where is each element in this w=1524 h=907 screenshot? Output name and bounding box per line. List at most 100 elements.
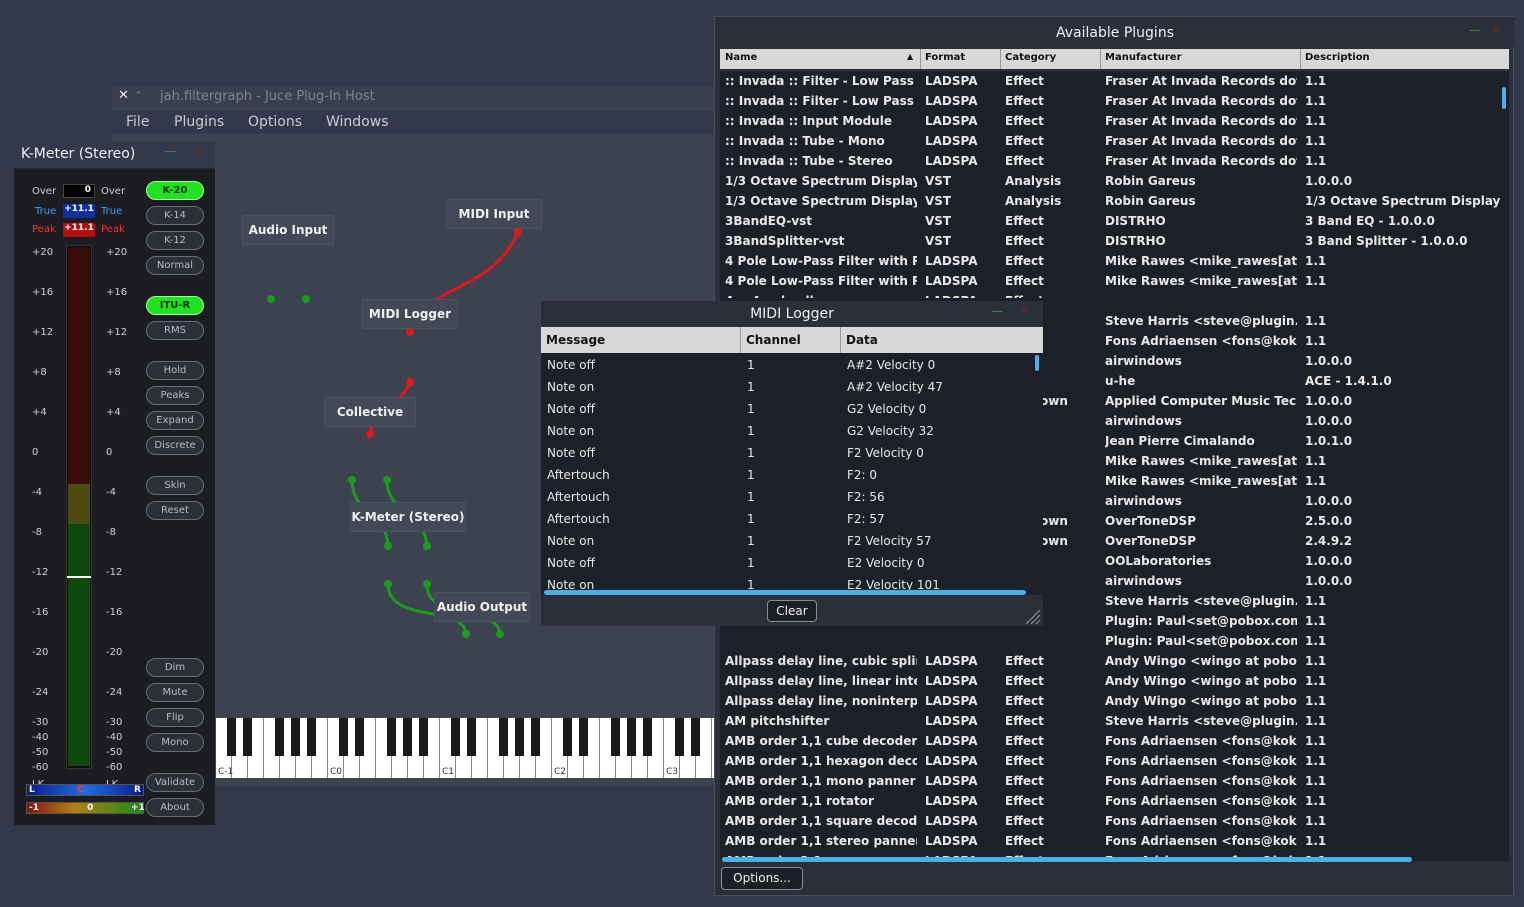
node-midi-input[interactable]: MIDI Input <box>446 199 542 229</box>
col-category[interactable]: Category <box>1005 52 1056 63</box>
kmeter-button-k-20[interactable]: K-20 <box>146 181 204 200</box>
col-data[interactable]: Data <box>846 333 878 347</box>
logger-horizontal-scrollbar[interactable] <box>544 590 1026 595</box>
plugin-row[interactable]: AMB order 1,1 square decoder LADSPA Effect… <box>720 811 1509 831</box>
plugin-row[interactable]: 1/3 Octave Spectrum Display ... VST Analys… <box>720 171 1509 191</box>
midi-message-row[interactable]: Note off 1 A#2 Velocity 0 <box>541 353 1036 375</box>
kmeter-button-itu-r[interactable]: ITU-R <box>146 296 204 315</box>
black-key[interactable] <box>227 718 236 756</box>
node-collective[interactable]: Collective <box>324 397 416 427</box>
col-description[interactable]: Description <box>1305 52 1370 63</box>
menu-windows[interactable]: Windows <box>326 114 389 130</box>
plugin-row[interactable]: 4 Pole Low-Pass Filter with Re... LADSPA E… <box>720 251 1509 271</box>
minimise-icon[interactable]: — <box>991 304 1003 318</box>
black-key[interactable] <box>691 718 700 756</box>
plugin-row[interactable]: :: Invada :: Tube - Stereo LADSPA Effect Fr… <box>720 151 1509 171</box>
black-key[interactable] <box>419 718 428 756</box>
node-midi-logger[interactable]: MIDI Logger <box>362 299 458 329</box>
plugin-row[interactable]: Allpass delay line, linear interp... LADS… <box>720 671 1509 691</box>
col-name[interactable]: Name <box>725 52 757 63</box>
resize-grip-icon[interactable] <box>1025 609 1041 625</box>
black-key[interactable] <box>291 718 300 756</box>
midi-message-row[interactable]: Note on 1 G2 Velocity 32 <box>541 419 1036 441</box>
node-audio-output[interactable]: Audio Output <box>434 592 530 622</box>
black-key[interactable] <box>643 718 652 756</box>
kmeter-button-validate[interactable]: Validate <box>146 773 204 792</box>
plugin-row[interactable]: 4 -- 4 pole allpass LADSPA Effect <box>720 291 1509 298</box>
kmeter-button-k-14[interactable]: K-14 <box>146 206 204 225</box>
close-icon[interactable]: ✕ <box>1019 304 1029 318</box>
kmeter-button-discrete[interactable]: Discrete <box>146 436 204 455</box>
plugin-row[interactable]: Allpass delay line, cubic spline ... LADS… <box>720 651 1509 671</box>
black-key[interactable] <box>579 718 588 756</box>
plugin-row[interactable]: AMB order 1,1 hexagon decoder LADSPA Effec… <box>720 751 1509 771</box>
midi-message-row[interactable]: Aftertouch 1 F2: 56 <box>541 485 1036 507</box>
midi-message-row[interactable]: Note off 1 G2 Velocity 0 <box>541 397 1036 419</box>
col-message[interactable]: Message <box>546 333 605 347</box>
kmeter-button-mono[interactable]: Mono <box>146 733 204 752</box>
midi-message-row[interactable]: Note on 1 F2 Velocity 57 <box>541 529 1036 551</box>
black-key[interactable] <box>451 718 460 756</box>
kmeter-button-flip[interactable]: Flip <box>146 708 204 727</box>
sort-arrow-icon[interactable]: ▲ <box>907 52 913 61</box>
logger-vertical-scrollbar[interactable] <box>1035 355 1039 371</box>
kmeter-button-about[interactable]: About <box>146 798 204 817</box>
plugin-row[interactable]: :: Invada :: Tube - Mono LADSPA Effect Fras… <box>720 131 1509 151</box>
plugin-row[interactable]: :: Invada :: Filter - Low Pass M... LADSP… <box>720 71 1509 91</box>
node-audio-input[interactable]: Audio Input <box>242 215 334 245</box>
kmeter-button-normal[interactable]: Normal <box>146 256 204 275</box>
minimise-icon[interactable]: — <box>164 144 176 158</box>
plugin-row[interactable]: AMB order 1,1 mono panner LADSPA Effect Fon… <box>720 771 1509 791</box>
black-key[interactable] <box>563 718 572 756</box>
col-manufacturer[interactable]: Manufacturer <box>1105 52 1182 63</box>
midi-message-row[interactable]: Aftertouch 1 F2: 57 <box>541 507 1036 529</box>
close-icon[interactable]: ✕ <box>118 88 129 103</box>
black-key[interactable] <box>531 718 540 756</box>
plugin-row[interactable]: :: Invada :: Input Module LADSPA Effect Fra… <box>720 111 1509 131</box>
black-key[interactable] <box>275 718 284 756</box>
kmeter-button-mute[interactable]: Mute <box>146 683 204 702</box>
midi-message-row[interactable]: Note on 1 A#2 Velocity 47 <box>541 375 1036 397</box>
kmeter-button-rms[interactable]: RMS <box>146 321 204 340</box>
plugin-row[interactable]: 1/3 Octave Spectrum Display ... VST Analys… <box>720 191 1509 211</box>
menu-options[interactable]: Options <box>248 114 302 130</box>
kmeter-button-reset[interactable]: Reset <box>146 501 204 520</box>
plugin-row[interactable]: Plugin: Paul<set@pobox.com>... 1.1 <box>720 631 1509 651</box>
black-key[interactable] <box>499 718 508 756</box>
close-icon[interactable]: ✕ <box>194 144 204 158</box>
node-kmeter[interactable]: K-Meter (Stereo) <box>350 502 466 532</box>
midi-message-row[interactable]: Note off 1 F2 Velocity 0 <box>541 441 1036 463</box>
black-key[interactable] <box>403 718 412 756</box>
col-format[interactable]: Format <box>925 52 965 63</box>
col-channel[interactable]: Channel <box>746 333 801 347</box>
plugins-vertical-scrollbar[interactable] <box>1502 87 1506 109</box>
midi-message-row[interactable]: Aftertouch 1 F2: 0 <box>541 463 1036 485</box>
midi-message-row[interactable]: Note off 1 E2 Velocity 0 <box>541 551 1036 573</box>
black-key[interactable] <box>611 718 620 756</box>
kmeter-button-k-12[interactable]: K-12 <box>146 231 204 250</box>
black-key[interactable] <box>675 718 684 756</box>
kmeter-button-skin[interactable]: Skin <box>146 476 204 495</box>
black-key[interactable] <box>467 718 476 756</box>
plugin-row[interactable]: Allpass delay line, noninterpol... LADSPA… <box>720 691 1509 711</box>
midi-keyboard[interactable]: C-1 C0 C1 C2 C3 <box>216 718 722 778</box>
kmeter-button-dim[interactable]: Dim <box>146 658 204 677</box>
black-key[interactable] <box>243 718 252 756</box>
plugin-row[interactable]: :: Invada :: Filter - Low Pass St... LADS… <box>720 91 1509 111</box>
midi-logger-list[interactable]: Note off 1 A#2 Velocity 0 Note on 1 A#2 Veloc… <box>541 353 1043 595</box>
plugin-row[interactable]: AMB order 1,1 stereo panner LADSPA Effect F… <box>720 831 1509 851</box>
kmeter-button-peaks[interactable]: Peaks <box>146 386 204 405</box>
minimise-icon[interactable]: — <box>1469 23 1481 37</box>
menu-plugins[interactable]: Plugins <box>174 114 224 130</box>
plugin-row[interactable]: 3BandEQ-vst VST Effect DISTRHO 3 Band EQ - 1… <box>720 211 1509 231</box>
plugin-row[interactable]: AM pitchshifter LADSPA Effect Steve Harris … <box>720 711 1509 731</box>
pin-icon[interactable]: ⌃ <box>134 89 143 102</box>
options-button[interactable]: Options... <box>721 867 803 890</box>
plugin-row[interactable]: AMB order 1,1 rotator LADSPA Effect Fons Ad… <box>720 791 1509 811</box>
black-key[interactable] <box>627 718 636 756</box>
black-key[interactable] <box>515 718 524 756</box>
menu-file[interactable]: File <box>126 114 149 130</box>
plugin-row[interactable]: 3BandSplitter-vst VST Effect DISTRHO 3 Band … <box>720 231 1509 251</box>
plugins-horizontal-scrollbar[interactable] <box>722 857 1412 862</box>
black-key[interactable] <box>355 718 364 756</box>
